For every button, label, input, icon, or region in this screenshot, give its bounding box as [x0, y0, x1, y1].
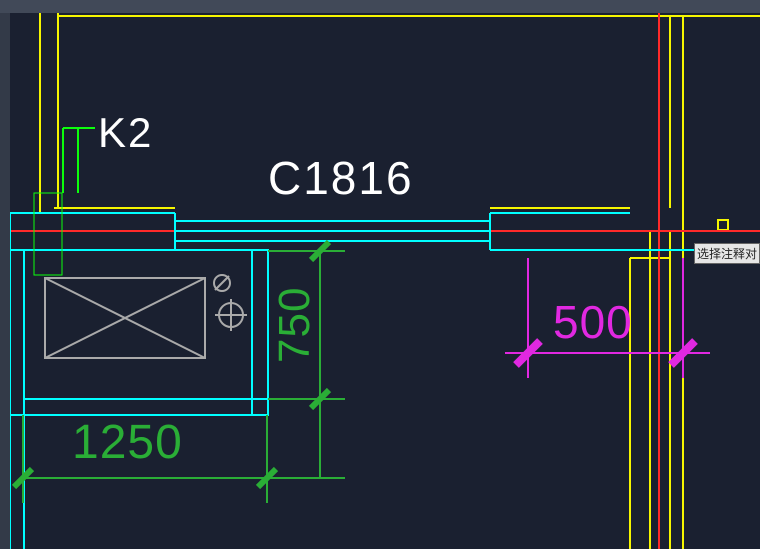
dimension-500: 500 [553, 295, 633, 349]
cad-canvas[interactable]: K2 C1816 1250 750 500 选择注释对 [10, 13, 760, 549]
wall-cyan [10, 213, 760, 549]
dimension-750: 750 [270, 287, 320, 363]
label-k2: K2 [98, 109, 153, 157]
sink-symbol [45, 275, 247, 358]
dimension-1250: 1250 [72, 415, 183, 470]
tooltip-select-annotation: 选择注释对 [694, 243, 760, 264]
titlebar [0, 0, 760, 13]
sidebar [0, 13, 10, 549]
k2-leader [34, 128, 95, 275]
label-c1816: C1816 [268, 151, 414, 205]
